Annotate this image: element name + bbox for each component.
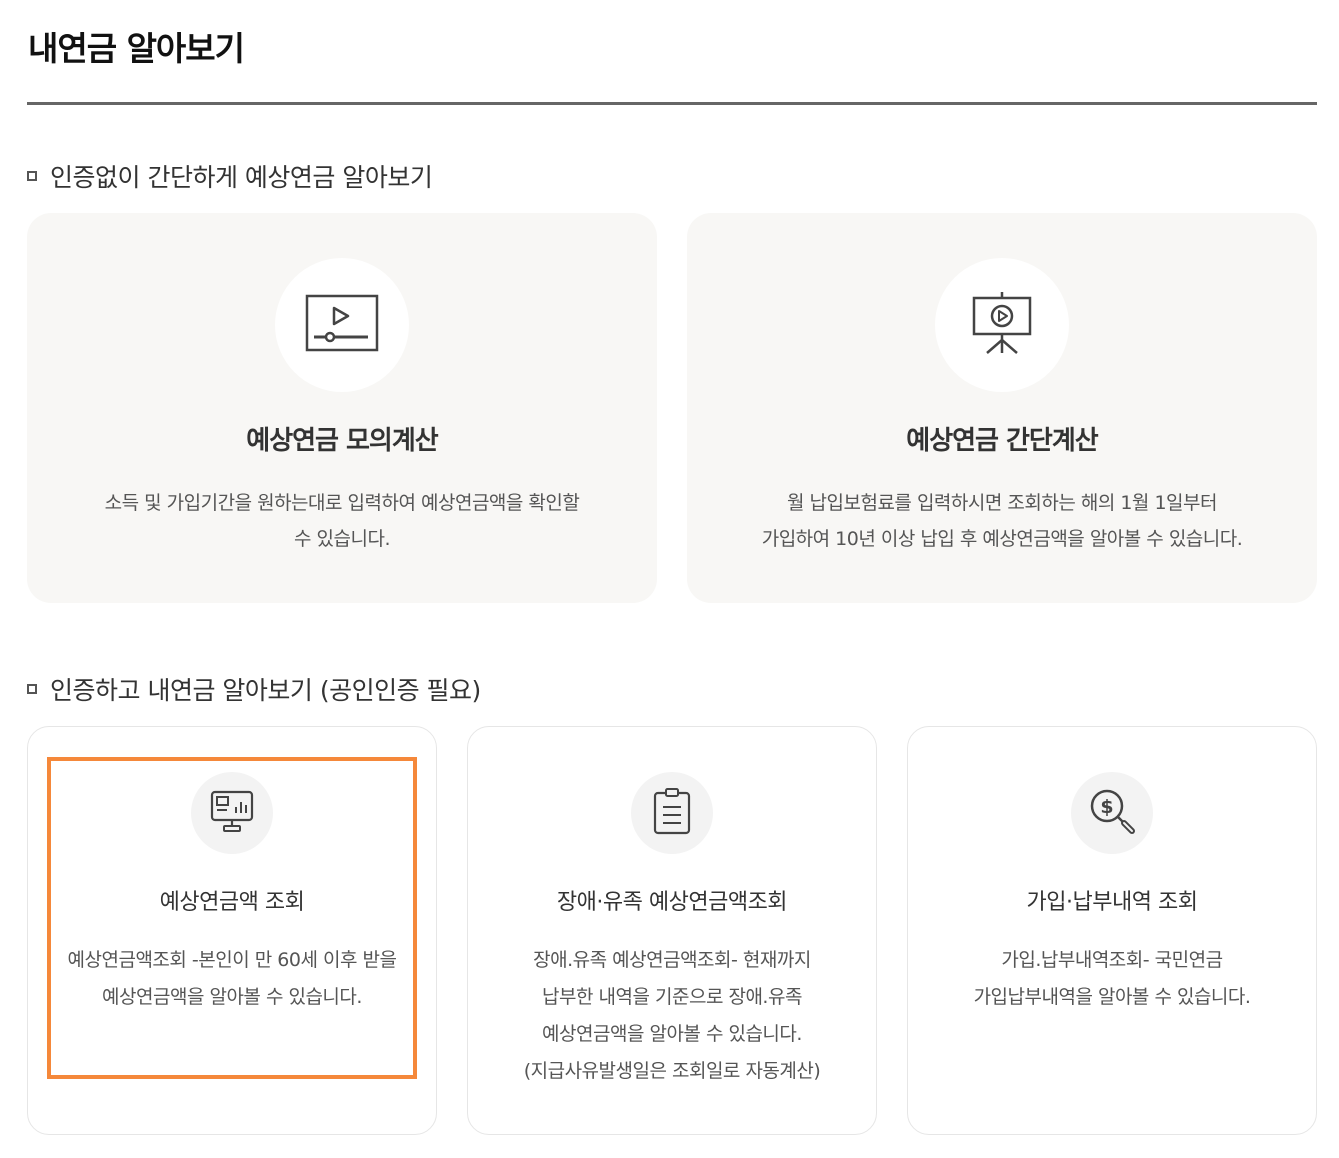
card-mock-pension-calc[interactable]: 예상연금 모의계산 소득 및 가입기간을 원하는대로 입력하여 예상연금액을 확…	[27, 213, 657, 603]
square-bullet-icon	[27, 171, 37, 181]
card-description-line: 수 있습니다.	[294, 528, 390, 550]
svg-text:$: $	[1100, 796, 1113, 818]
section-heading-with-auth: 인증하고 내연금 알아보기 (공인인증 필요)	[27, 671, 481, 707]
card-description-line: 가입납부내역을 알아볼 수 있습니다.	[973, 986, 1251, 1008]
card-title: 예상연금 모의계산	[246, 426, 438, 456]
title-divider	[27, 102, 1317, 105]
icon-circle: $	[1071, 772, 1153, 854]
card-description: 월 납입보험료를 입력하시면 조회하는 해의 1월 1일부터 가입하여 10년 …	[727, 485, 1277, 557]
section-heading-no-auth: 인증없이 간단하게 예상연금 알아보기	[27, 158, 433, 194]
card-disability-survivor-pension-inquiry[interactable]: 장애·유족 예상연금액조회 장애.유족 예상연금액조회- 현재까지 납부한 내역…	[467, 726, 877, 1135]
card-title: 예상연금액 조회	[159, 890, 305, 915]
card-simple-pension-calc[interactable]: 예상연금 간단계산 월 납입보험료를 입력하시면 조회하는 해의 1월 1일부터…	[687, 213, 1317, 603]
card-description-line: 예상연금액을 알아볼 수 있습니다.	[102, 986, 362, 1008]
card-enrollment-payment-history[interactable]: $ 가입·납부내역 조회 가입.납부내역조회- 국민연금 가입납부내역을 알아볼…	[907, 726, 1317, 1135]
card-description-line: 납부한 내역을 기준으로 장애.유족	[542, 986, 802, 1008]
square-bullet-icon	[27, 684, 37, 694]
section-heading-text: 인증없이 간단하게 예상연금 알아보기	[50, 163, 433, 192]
presentation-easel-icon	[969, 290, 1035, 360]
dollar-magnifier-icon: $	[1088, 787, 1136, 839]
card-title: 장애·유족 예상연금액조회	[556, 890, 788, 915]
card-description-line: 가입하여 10년 이상 납입 후 예상연금액을 알아볼 수 있습니다.	[761, 528, 1243, 550]
card-description: 장애.유족 예상연금액조회- 현재까지 납부한 내역을 기준으로 장애.유족 예…	[488, 942, 856, 1090]
card-description: 예상연금액조회 -본인이 만 60세 이후 받을 예상연금액을 알아볼 수 있습…	[48, 942, 416, 1016]
icon-circle	[275, 258, 409, 392]
section-heading-text: 인증하고 내연금 알아보기 (공인인증 필요)	[50, 676, 481, 705]
card-description-line: 가입.납부내역조회- 국민연금	[1001, 949, 1223, 971]
card-description-line: 장애.유족 예상연금액조회- 현재까지	[533, 949, 811, 971]
card-description: 소득 및 가입기간을 원하는대로 입력하여 예상연금액을 확인할 수 있습니다.	[67, 485, 617, 557]
card-expected-pension-inquiry[interactable]: 예상연금액 조회 예상연금액조회 -본인이 만 60세 이후 받을 예상연금액을…	[27, 726, 437, 1135]
card-description: 가입.납부내역조회- 국민연금 가입납부내역을 알아볼 수 있습니다.	[928, 942, 1296, 1016]
card-description-line: 예상연금액을 알아볼 수 있습니다.	[542, 1023, 802, 1045]
card-description-line: (지급사유발생일은 조회일로 자동계산)	[523, 1060, 821, 1082]
page-title: 내연금 알아보기	[28, 29, 245, 68]
card-title: 가입·납부내역 조회	[1026, 890, 1198, 915]
clipboard-list-icon	[652, 787, 692, 839]
card-description-line: 예상연금액조회 -본인이 만 60세 이후 받을	[67, 949, 397, 971]
monitor-chart-icon	[209, 789, 255, 837]
icon-circle	[191, 772, 273, 854]
icon-circle	[631, 772, 713, 854]
card-description-line: 월 납입보험료를 입력하시면 조회하는 해의 1월 1일부터	[787, 492, 1217, 514]
video-player-icon	[304, 293, 380, 357]
icon-circle	[935, 258, 1069, 392]
card-title: 예상연금 간단계산	[906, 426, 1098, 456]
card-description-line: 소득 및 가입기간을 원하는대로 입력하여 예상연금액을 확인할	[104, 492, 580, 514]
